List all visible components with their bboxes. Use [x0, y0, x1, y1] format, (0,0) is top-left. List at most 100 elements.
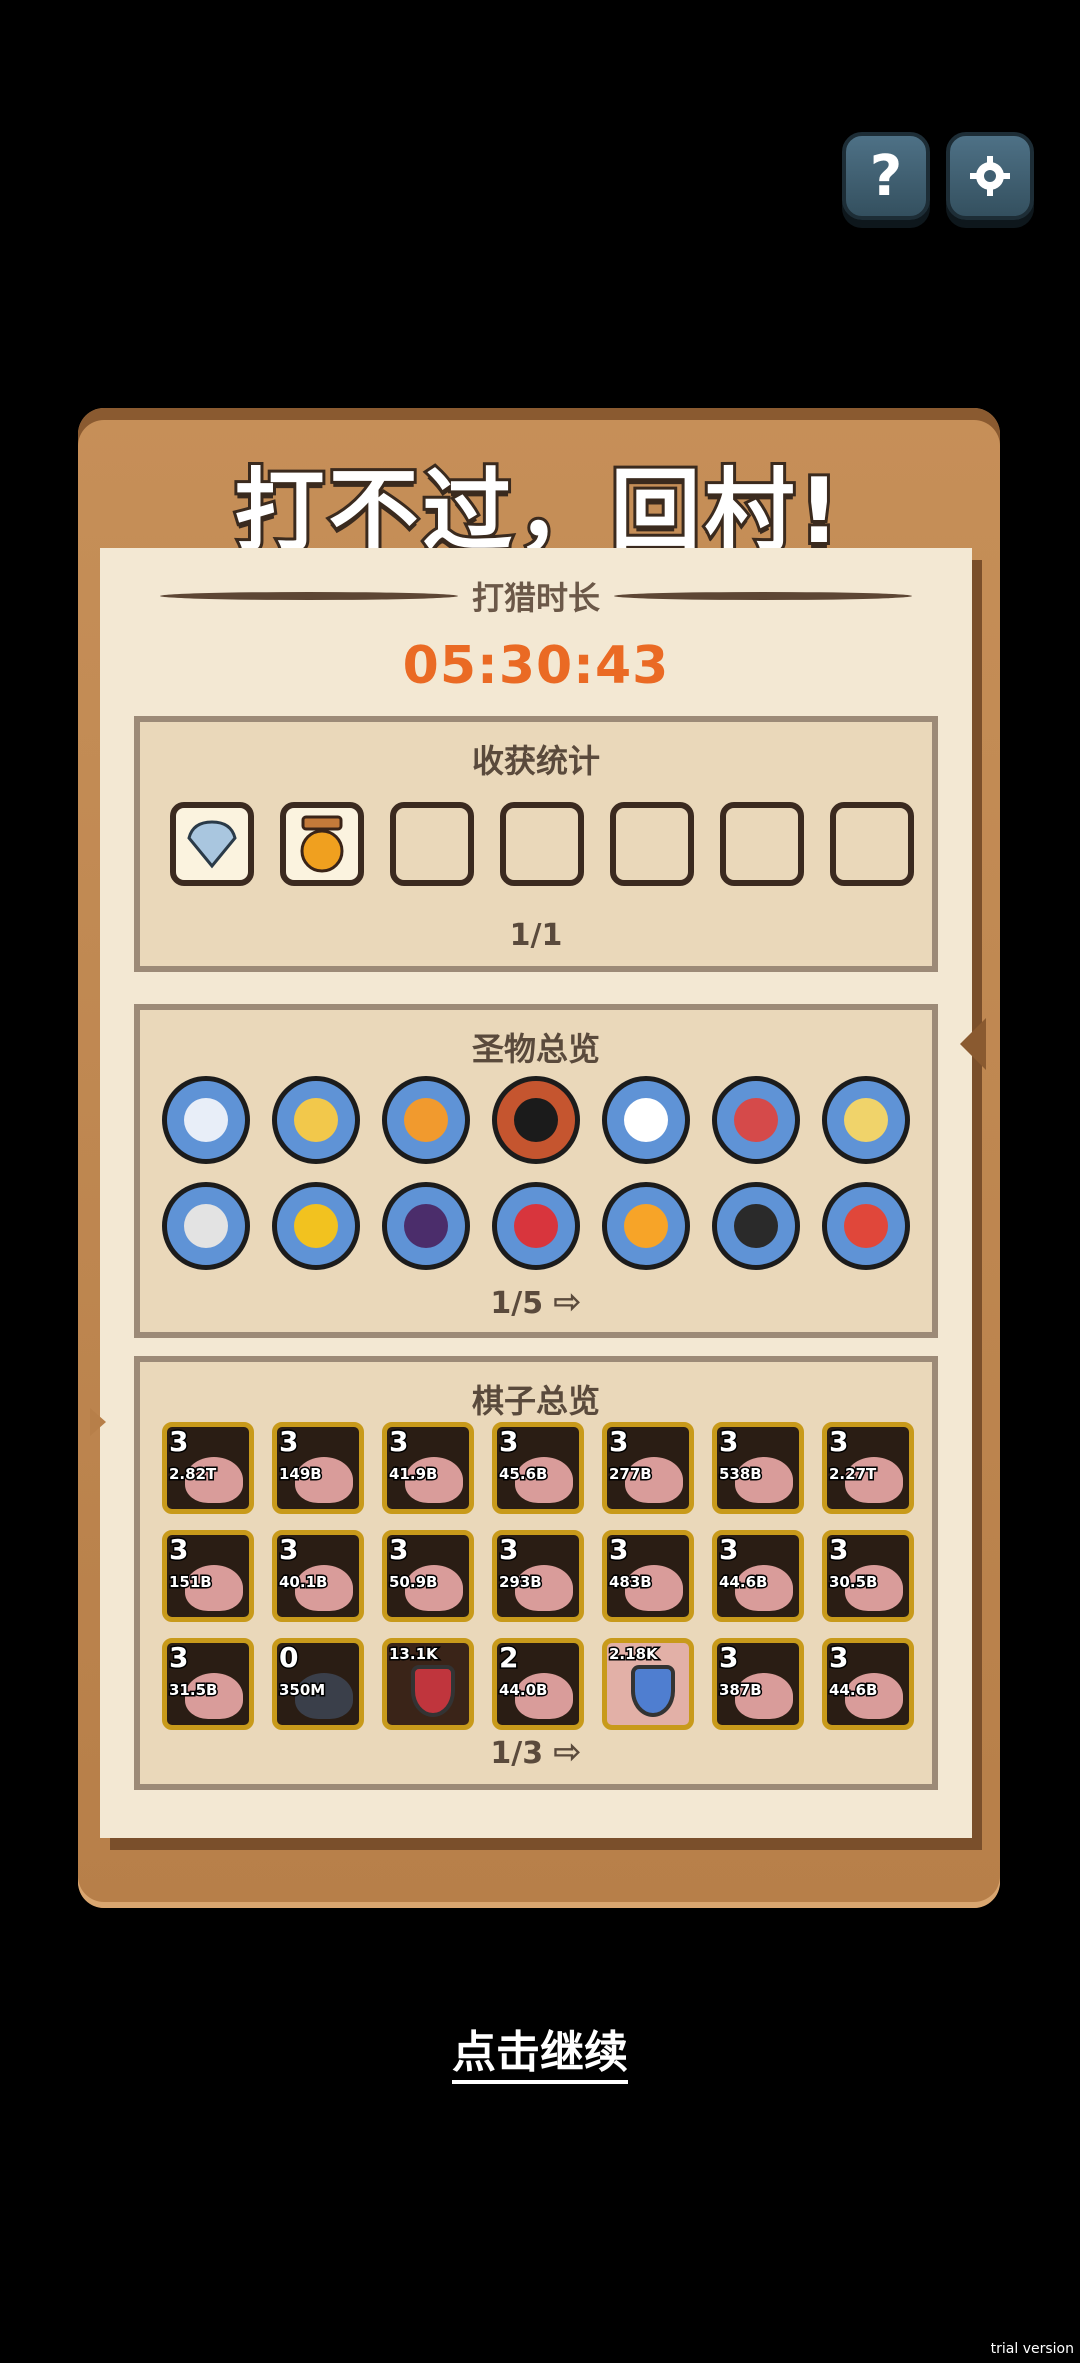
result-board: 打不过，回村! 打猎时长 05:30:43 收获统计 1/1 圣物总览 1/5 … — [78, 408, 1000, 1908]
piece-value: 45.6B — [497, 1464, 548, 1485]
relics-pager[interactable]: 1/5 ⇨ — [140, 1282, 932, 1322]
cauldron-icon[interactable] — [382, 1182, 470, 1270]
harvest-slot[interactable] — [170, 802, 254, 886]
next-arrow-icon[interactable]: ⇨ — [553, 1732, 582, 1772]
trial-watermark: trial version — [990, 2341, 1074, 2357]
piece-card[interactable]: 3 44.6B — [822, 1638, 914, 1730]
piece-level: 3 — [277, 1425, 300, 1460]
fire-orb-icon[interactable] — [602, 1182, 690, 1270]
question-icon: ? — [869, 143, 903, 209]
piece-level: 3 — [827, 1533, 850, 1568]
help-button[interactable]: ? — [842, 132, 930, 220]
piece-card[interactable]: 13.1K — [382, 1638, 474, 1730]
piece-card[interactable]: 3 44.6B — [712, 1530, 804, 1622]
crab-icon-glyph — [184, 1098, 228, 1142]
totem-icon-glyph — [844, 1204, 888, 1248]
piece-card[interactable]: 2 44.0B — [492, 1638, 584, 1730]
gold-orb-icon-glyph — [294, 1204, 338, 1248]
gold-orb-icon[interactable] — [272, 1182, 360, 1270]
piece-value: 387B — [718, 1680, 764, 1701]
continue-label: 点击继续 — [452, 2027, 628, 2084]
helmet-icon[interactable] — [162, 1182, 250, 1270]
rain-cloud-icon[interactable] — [602, 1076, 690, 1164]
piece-card[interactable]: 3 50.9B — [382, 1530, 474, 1622]
piece-card[interactable]: 3 149B — [272, 1422, 364, 1514]
piece-level: 3 — [827, 1425, 850, 1460]
divider — [160, 592, 458, 600]
cards-icon[interactable] — [822, 1076, 910, 1164]
piece-card[interactable]: 3 151B — [162, 1530, 254, 1622]
harvest-slot-empty — [500, 802, 584, 886]
piece-value: 2.82T — [167, 1464, 217, 1485]
fire-orb-icon-glyph — [624, 1204, 668, 1248]
piece-level: 3 — [167, 1641, 190, 1676]
shell-icon — [187, 820, 237, 869]
piece-level: 3 — [387, 1533, 410, 1568]
piece-card[interactable]: 0 350M — [272, 1638, 364, 1730]
relics-section: 圣物总览 1/5 ⇨ — [134, 1004, 938, 1338]
piece-value: 13.1K — [388, 1644, 440, 1665]
piece-card[interactable]: 3 2.82T — [162, 1422, 254, 1514]
piece-card[interactable]: 2.18K — [602, 1638, 694, 1730]
continue-button[interactable]: 点击继续 — [0, 2016, 1080, 2084]
piece-level: 0 — [277, 1641, 300, 1676]
magic-book-icon-glyph — [734, 1098, 778, 1142]
hunt-duration-header: 打猎时长 — [160, 576, 913, 617]
result-paper: 打猎时长 05:30:43 收获统计 1/1 圣物总览 1/5 ⇨ 棋子总览 3… — [90, 548, 986, 1838]
piece-card[interactable]: 3 31.5B — [162, 1638, 254, 1730]
piece-card[interactable]: 3 30.5B — [822, 1530, 914, 1622]
piece-card[interactable]: 3 40.1B — [272, 1530, 364, 1622]
skull-mage-icon-glyph — [514, 1098, 558, 1142]
flame-icon-glyph — [404, 1098, 448, 1142]
cards-icon-glyph — [844, 1098, 888, 1142]
harvest-title: 收获统计 — [471, 742, 600, 780]
magic-book-icon[interactable] — [712, 1076, 800, 1164]
next-arrow-icon[interactable]: ⇨ — [553, 1282, 582, 1322]
piece-card[interactable]: 3 277B — [602, 1422, 694, 1514]
compass-icon-glyph — [294, 1098, 338, 1142]
piece-value: 277B — [608, 1464, 654, 1485]
pieces-title: 棋子总览 — [471, 1382, 600, 1420]
piece-level: 3 — [717, 1533, 740, 1568]
crab-icon[interactable] — [162, 1076, 250, 1164]
relics-title: 圣物总览 — [471, 1030, 600, 1068]
piece-level: 3 — [167, 1533, 190, 1568]
piece-level: 3 — [497, 1425, 520, 1460]
piece-card[interactable]: 3 41.9B — [382, 1422, 474, 1514]
shield-icon — [631, 1665, 675, 1717]
piece-level: 3 — [827, 1641, 850, 1676]
piece-card[interactable]: 3 483B — [602, 1530, 694, 1622]
rain-cloud-icon-glyph — [624, 1098, 668, 1142]
piece-grid: 3 2.82T 3 149B 3 41.9B 3 45.6B 3 277B 3 538B 3 2.27T 3… — [162, 1422, 914, 1730]
piece-value: 31.5B — [167, 1680, 218, 1701]
piece-value: 151B — [168, 1572, 214, 1593]
skull-mage-icon[interactable] — [492, 1076, 580, 1164]
piece-card[interactable]: 3 538B — [712, 1422, 804, 1514]
piece-value: 30.5B — [827, 1572, 878, 1593]
paper-notch — [960, 1018, 986, 1070]
relic-grid — [162, 1076, 910, 1270]
honey-jar-icon — [300, 815, 344, 873]
harvest-section: 收获统计 1/1 — [134, 716, 938, 972]
ninja-icon[interactable] — [712, 1182, 800, 1270]
piece-value: 350M — [277, 1680, 326, 1701]
pieces-pager[interactable]: 1/3 ⇨ — [140, 1732, 932, 1772]
potion-icon-glyph — [514, 1204, 558, 1248]
compass-icon[interactable] — [272, 1076, 360, 1164]
piece-card[interactable]: 3 387B — [712, 1638, 804, 1730]
gear-icon — [970, 156, 1010, 196]
harvest-slot[interactable] — [280, 802, 364, 886]
piece-card[interactable]: 3 2.27T — [822, 1422, 914, 1514]
relics-page-indicator: 1/5 — [490, 1286, 544, 1321]
piece-card[interactable]: 3 293B — [492, 1530, 584, 1622]
paper-notch — [90, 1408, 106, 1436]
piece-value: 483B — [608, 1572, 654, 1593]
potion-icon[interactable] — [492, 1182, 580, 1270]
piece-card[interactable]: 3 45.6B — [492, 1422, 584, 1514]
cauldron-icon-glyph — [404, 1204, 448, 1248]
settings-button[interactable] — [946, 132, 1034, 220]
pieces-section: 棋子总览 3 2.82T 3 149B 3 41.9B 3 45.6B 3 277B 3 538B 3 2… — [134, 1356, 938, 1790]
divider — [614, 592, 913, 600]
flame-icon[interactable] — [382, 1076, 470, 1164]
totem-icon[interactable] — [822, 1182, 910, 1270]
